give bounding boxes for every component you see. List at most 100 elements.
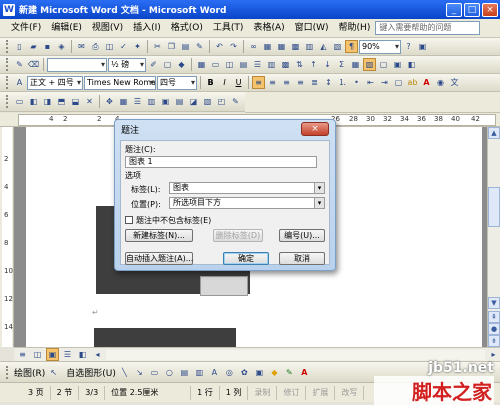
styles-icon[interactable]: A (13, 76, 26, 89)
undo-icon[interactable]: ↶ (213, 40, 226, 53)
align-center-icon[interactable]: ≡ (266, 76, 279, 89)
move-icon[interactable]: ✥ (103, 95, 116, 108)
underline-button[interactable]: U (232, 76, 245, 89)
horizontal-scrollbar[interactable]: ≡ ◫ ▣ ☰ ◧ ◂ ▸ (14, 347, 500, 361)
new-document-icon[interactable]: ▯ (13, 40, 26, 53)
columns-icon[interactable]: ▥ (303, 40, 316, 53)
hscroll-track[interactable] (106, 349, 485, 360)
text-direction-icon[interactable]: ⇅ (293, 58, 306, 71)
style-dropdown[interactable]: 正文 + 四号 (27, 75, 83, 90)
menu-format[interactable]: 格式(O) (166, 21, 208, 36)
format-icon[interactable]: ✎ (229, 95, 242, 108)
maximize-button[interactable]: □ (464, 2, 480, 17)
fill-color-icon[interactable]: ◆ (268, 366, 281, 379)
frame-right-icon[interactable]: ◨ (41, 95, 54, 108)
wrap-icon[interactable]: ◰ (215, 95, 228, 108)
outside-border-icon[interactable]: ▢ (392, 76, 405, 89)
bold-button[interactable]: B (204, 76, 217, 89)
previous-page-icon[interactable]: ⇞ (488, 311, 500, 323)
draw-font-color-icon[interactable]: A (298, 366, 311, 379)
insert-table-icon[interactable]: ▦ (195, 58, 208, 71)
autocaption-button[interactable]: 自动插入题注(A)... (125, 252, 193, 265)
status-track-changes[interactable]: 修订 (277, 385, 307, 400)
outline-view-icon[interactable]: ☰ (61, 348, 74, 361)
merge-cells-icon[interactable]: ▭ (209, 58, 222, 71)
paste-icon[interactable]: ▤ (179, 40, 192, 53)
caption-input[interactable]: 图表 1 (125, 156, 317, 168)
toolbar-grip[interactable] (6, 365, 9, 379)
sort-descending-icon[interactable]: ↓ (321, 58, 334, 71)
layout-icon[interactable]: ▧ (201, 95, 214, 108)
rectangle-icon[interactable]: ▭ (148, 366, 161, 379)
toolbar-grip[interactable] (6, 95, 9, 108)
reading-view-icon[interactable]: ◧ (76, 348, 89, 361)
new-label-button[interactable]: 新建标签(N)... (125, 229, 193, 242)
chevron-down-icon[interactable]: ▾ (314, 198, 324, 208)
shading-icon[interactable]: ◆ (175, 58, 188, 71)
distribute-rows-icon[interactable]: ☰ (251, 58, 264, 71)
insert-table-icon[interactable]: ▦ (275, 40, 288, 53)
line-weight-dropdown[interactable]: ½ 磅 (108, 57, 146, 72)
chevron-down-icon[interactable]: ▾ (314, 183, 324, 193)
print-preview-icon[interactable]: ◫ (103, 40, 116, 53)
zoom-dropdown[interactable]: 90% (359, 39, 401, 54)
toolbar-grip[interactable] (6, 40, 9, 53)
minimize-button[interactable]: _ (446, 2, 462, 17)
field-icon[interactable]: ▣ (391, 58, 404, 71)
distribute-columns-icon[interactable]: ▥ (265, 58, 278, 71)
open-folder-icon[interactable]: ▰ (27, 40, 40, 53)
autosum-icon[interactable]: Σ (335, 58, 348, 71)
position-select[interactable]: 所选项目下方 ▾ (169, 197, 325, 209)
numbering-icon[interactable]: ⒈ (336, 76, 349, 89)
eraser-icon[interactable]: ⌫ (27, 58, 40, 71)
grid-icon[interactable]: ▦ (117, 95, 130, 108)
increase-indent-icon[interactable]: ⇥ (378, 76, 391, 89)
status-record[interactable]: 录制 (248, 385, 278, 400)
menu-insert[interactable]: 插入(I) (128, 21, 166, 36)
font-color-button[interactable]: A (420, 76, 433, 89)
draw-menu[interactable]: 绘图(R) (14, 366, 45, 379)
distributed-icon[interactable]: ≣ (308, 76, 321, 89)
close-window-button[interactable]: × (482, 2, 498, 17)
menu-view[interactable]: 视图(V) (87, 21, 128, 36)
toolbar-grip[interactable] (6, 76, 9, 89)
hyperlink-icon[interactable]: ∞ (247, 40, 260, 53)
help-icon[interactable]: ? (402, 40, 415, 53)
align-cell-icon[interactable]: ▤ (237, 58, 250, 71)
object-icon[interactable]: ◪ (187, 95, 200, 108)
sort-ascending-icon[interactable]: ↑ (307, 58, 320, 71)
oval-icon[interactable]: ○ (163, 366, 176, 379)
scroll-thumb[interactable] (488, 187, 500, 227)
autoformat-icon[interactable]: ▩ (279, 58, 292, 71)
list-icon[interactable]: ☰ (131, 95, 144, 108)
font-dropdown[interactable]: Times New Roman (84, 75, 156, 90)
line-spacing-icon[interactable]: ↕ (322, 76, 335, 89)
menu-table[interactable]: 表格(A) (248, 21, 289, 36)
status-overtype[interactable]: 改写 (335, 385, 365, 400)
diagram-icon[interactable]: ◎ (223, 366, 236, 379)
format-painter-icon[interactable]: ✎ (193, 40, 206, 53)
help-search-input[interactable]: 键入需要帮助的问题 (375, 21, 480, 35)
border-color-icon[interactable]: ✐ (147, 58, 160, 71)
email-icon[interactable]: ✉ (75, 40, 88, 53)
bullets-icon[interactable]: • (350, 76, 363, 89)
insert-excel-icon[interactable]: ▩ (289, 40, 302, 53)
picture-icon[interactable]: ▣ (253, 366, 266, 379)
arrow-icon[interactable]: ↘ (133, 366, 146, 379)
show-hide-icon[interactable]: ¶ (345, 40, 358, 53)
menu-tools[interactable]: 工具(T) (208, 21, 249, 36)
exclude-label-text[interactable]: 题注中不包含标签(E) (136, 215, 211, 226)
scroll-up-icon[interactable]: ▲ (488, 127, 500, 139)
frame-icon[interactable]: ▢ (377, 58, 390, 71)
normal-view-icon[interactable]: ≡ (16, 348, 29, 361)
cancel-button[interactable]: 取消 (279, 252, 325, 265)
vertical-textbox-icon[interactable]: ▥ (193, 366, 206, 379)
document-image[interactable] (94, 328, 236, 347)
cut-icon[interactable]: ✂ (151, 40, 164, 53)
select-objects-icon[interactable]: ↖ (47, 366, 60, 379)
fit-icon[interactable]: ◧ (405, 58, 418, 71)
font-size-dropdown[interactable]: 四号 (157, 75, 197, 90)
menu-help[interactable]: 帮助(H) (334, 21, 376, 36)
toggle-icon[interactable]: ▧ (363, 58, 376, 71)
draw-table-icon[interactable]: ✎ (13, 58, 26, 71)
